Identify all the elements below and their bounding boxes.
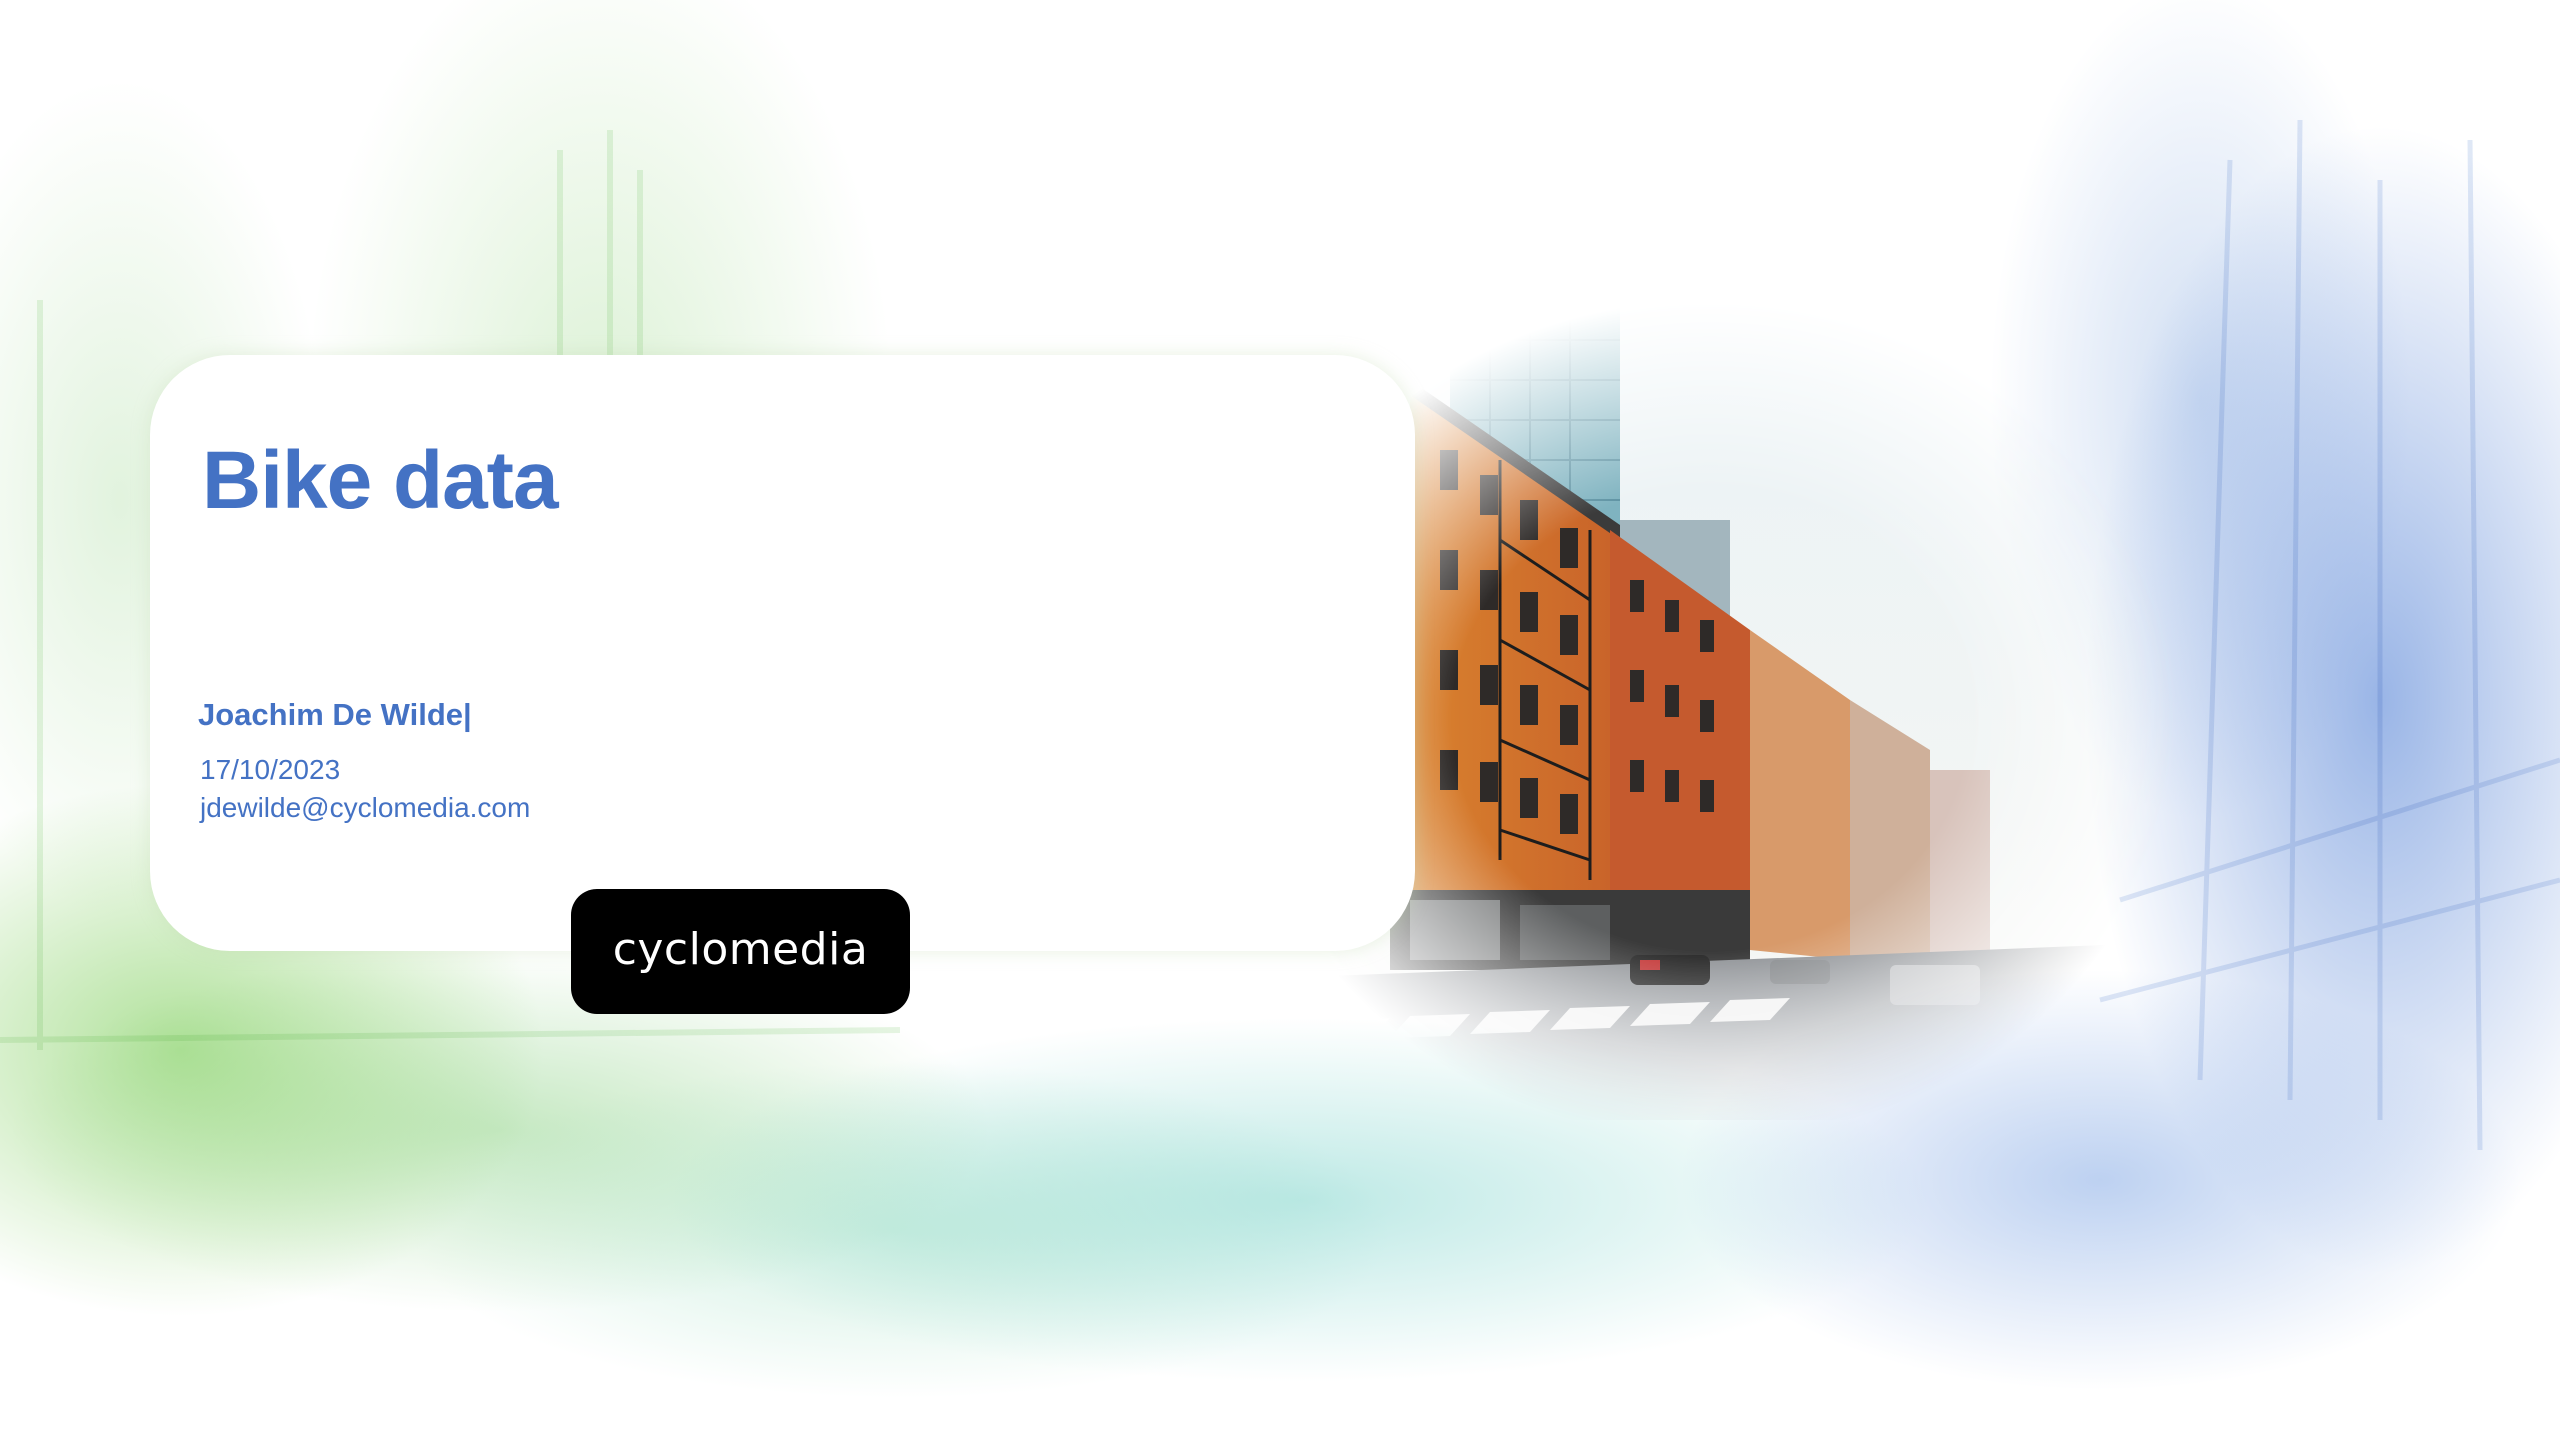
presentation-date: 17/10/2023 (200, 754, 341, 785)
author-name: Joachim De Wilde| (198, 697, 472, 732)
author-email: jdewilde@cyclomedia.com (200, 792, 531, 823)
logo-wordmark: cyclomedia (612, 923, 869, 975)
slide-title: Bike data (202, 435, 559, 526)
cyclomedia-logo: cyclomedia (571, 889, 910, 1014)
presentation-slide: Bike data Joachim De Wilde| 17/10/2023 j… (0, 0, 2560, 1440)
street-photograph (1330, 300, 2230, 1120)
